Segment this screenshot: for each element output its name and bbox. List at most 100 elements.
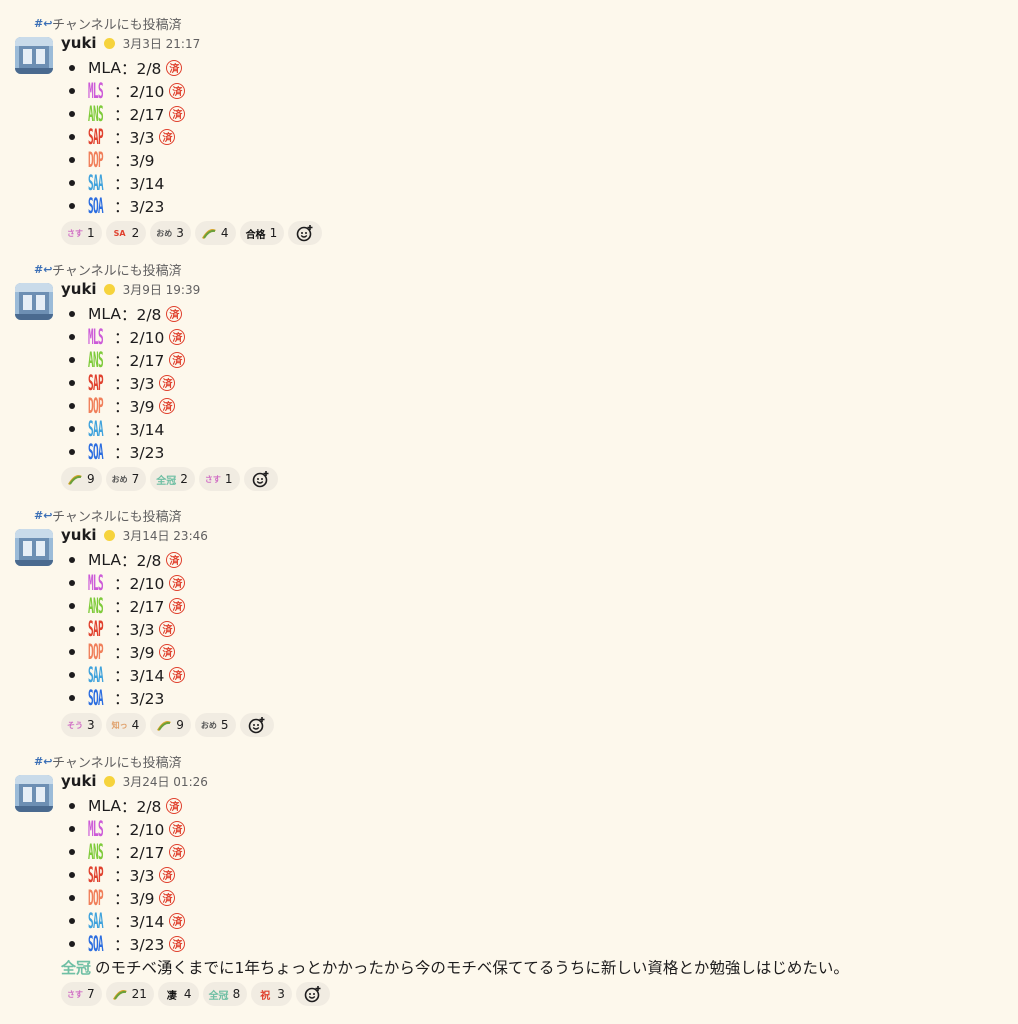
list-item: SOA ：3/23 [64,684,185,711]
reaction-emoji-icon: SA [113,228,126,238]
bullet-icon [69,579,75,586]
reaction-pill[interactable]: 凄4 [157,982,199,1006]
reaction-pill[interactable]: 合格 1 [239,221,285,245]
cert-name: SOA [88,684,104,711]
reaction-pill[interactable]: おめ 7 [105,467,147,491]
reaction-count: 7 [131,472,140,486]
avatar[interactable] [15,775,53,812]
reaction-pill[interactable]: 全冠 8 [202,982,248,1006]
reaction-pill[interactable]: 知っ 4 [105,713,147,737]
bullet-icon [69,602,75,609]
bullet-icon [69,202,75,209]
bullet-icon [69,894,75,901]
list-item: MLA ：2/8 済 [64,794,185,817]
reaction-count: 4 [183,987,192,1001]
exam-date: ：3/14 [114,912,165,931]
reaction-emoji-icon [112,987,128,1001]
cert-name: SAA [88,415,104,442]
reaction-pill[interactable]: さす 1 [61,221,102,245]
add-reaction-button[interactable] [239,713,274,737]
list-item: SAP ：3/3 済 [64,370,185,395]
bullet-icon [69,871,75,878]
add-reaction-button[interactable] [288,221,323,245]
bullet-icon [69,917,75,924]
cert-name: MLA [88,550,121,569]
timestamp[interactable]: 3月24日 01:26 [123,773,208,790]
username[interactable]: yuki [61,772,97,790]
username[interactable]: yuki [61,34,97,52]
exam-date: ：3/23 [114,689,165,708]
reaction-pill[interactable]: 21 [105,982,154,1006]
reaction-count: 5 [220,718,229,732]
list-item: ANS ：2/17 済 [64,347,186,372]
reaction-pill[interactable]: 全冠 2 [150,467,195,491]
reaction-pill[interactable]: 9 [150,713,191,737]
username[interactable]: yuki [61,526,97,544]
sumi-done-icon: 済 [159,620,176,637]
add-reaction-icon [252,471,269,488]
reaction-pill[interactable]: 9 [61,467,102,491]
bullet-icon [69,556,75,563]
message-header: yuki 3月14日 23:46 [61,526,208,546]
exam-date: ：2/8 [120,59,162,78]
reaction-pill[interactable]: 祝3 [251,982,292,1006]
reaction-pill[interactable]: さす 7 [61,982,102,1006]
sumi-done-icon: 済 [166,797,183,814]
reaction-count: 8 [232,987,241,1001]
reaction-pill[interactable]: おめ 5 [194,713,236,737]
cert-name: ANS [88,838,104,865]
sumi-done-icon: 済 [159,374,176,391]
cert-name: SAA [88,661,104,688]
add-reaction-button[interactable] [243,467,278,491]
cert-name: MLA [88,796,121,815]
status-emoji-icon [103,776,115,787]
sumi-done-icon: 済 [169,328,186,345]
cert-list: MLA ：2/8 済 MLS ：2/10 済 ANS ：2/17 済 SAP ：3/3 済 DOP ：3/… [64,56,186,219]
list-item: SAP ：3/3 済 [64,616,185,641]
list-item: SOA ：3/23 [64,192,185,219]
timestamp[interactable]: 3月14日 23:46 [123,527,208,544]
cert-name: MLA [88,304,121,323]
list-item: MLA ：2/8 済 [64,548,185,571]
username[interactable]: yuki [61,280,97,298]
exam-date: ：2/8 [120,305,162,324]
reaction-bar: 9 おめ 7 全冠 2 さす 1 [61,467,278,491]
reaction-pill[interactable]: おめ 3 [150,221,191,245]
exam-date: ：3/23 [114,935,165,954]
reaction-pill[interactable]: SA 2 [105,221,147,245]
reaction-bar: そう 3 知っ 4 9 おめ 5 [61,713,274,737]
cert-name: SOA [88,192,104,219]
timestamp[interactable]: 3月9日 19:39 [123,281,201,298]
exam-date: ：2/10 [114,82,165,101]
avatar[interactable] [15,529,53,566]
reaction-emoji-icon [156,718,172,732]
reaction-emoji-icon: おめ [200,720,217,730]
cert-name: DOP [88,638,104,665]
cert-name: DOP [88,392,104,419]
reaction-emoji-icon: 全冠 [208,990,229,1002]
reaction-pill[interactable]: さす 1 [198,467,240,491]
avatar[interactable] [15,37,53,74]
list-item: MLS ：2/10 済 [64,78,186,103]
list-item: MLS ：2/10 済 [64,816,186,841]
list-item: SAP ：3/3 済 [64,124,185,149]
reaction-count: 4 [220,226,229,240]
avatar[interactable] [15,283,53,320]
exam-date: ：3/9 [114,397,155,416]
reaction-pill[interactable]: そう 3 [61,713,102,737]
bullet-icon [69,648,75,655]
message: #↩ チャンネルにも投稿済 yuki 3月3日 21:17 MLA ：2/8 済 ML… [0,17,1018,266]
exam-date: ：3/14 [114,174,165,193]
timestamp[interactable]: 3月3日 21:17 [123,35,201,52]
hash-share-icon: #↩ [34,17,53,30]
list-item: SAA ：3/14 [64,415,185,442]
exam-date: ：3/23 [114,443,165,462]
add-reaction-button[interactable] [295,982,330,1006]
bullet-icon [69,333,75,340]
reaction-pill[interactable]: 4 [194,221,236,245]
message-header: yuki 3月3日 21:17 [61,34,200,54]
bullet-icon [69,356,75,363]
bullet-icon [69,87,75,94]
exam-date: ：3/3 [114,620,155,639]
sumi-done-icon: 済 [166,59,183,76]
